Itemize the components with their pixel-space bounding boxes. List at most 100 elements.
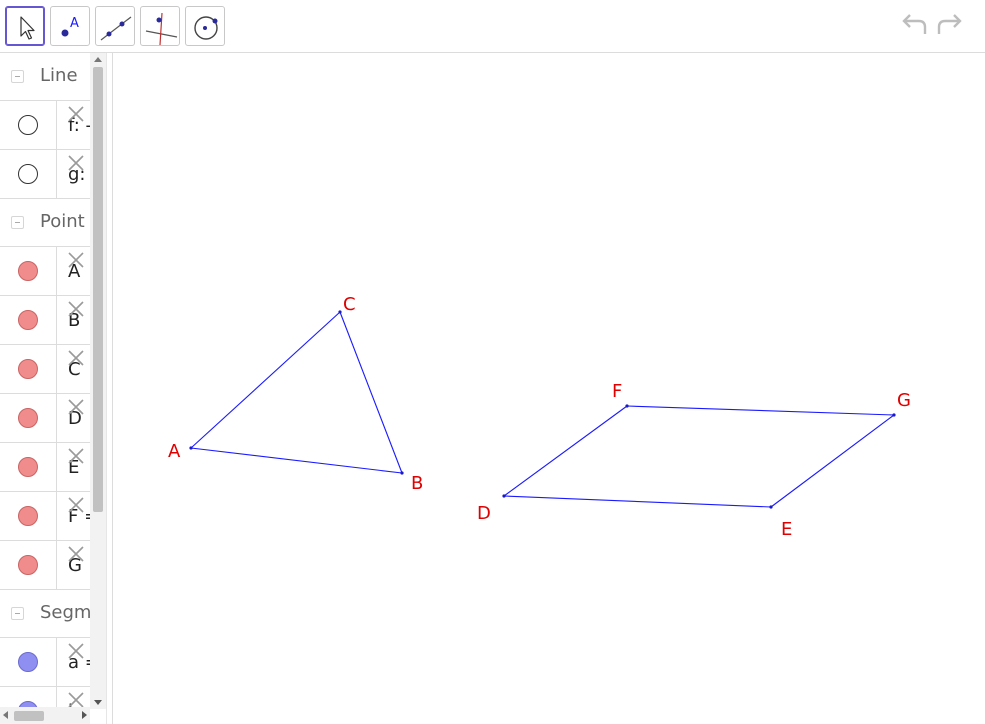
row-divider xyxy=(56,247,57,295)
visibility-toggle[interactable] xyxy=(18,359,38,379)
scroll-right-icon[interactable] xyxy=(82,711,87,719)
point-g[interactable] xyxy=(892,413,896,417)
algebra-row[interactable]: D xyxy=(0,394,90,443)
algebra-row[interactable]: g: xyxy=(0,150,90,199)
algebra-row[interactable]: G xyxy=(0,541,90,590)
redo-icon xyxy=(937,14,962,34)
algebra-row[interactable]: A xyxy=(0,247,90,296)
visibility-toggle[interactable] xyxy=(18,261,38,281)
algebra-row[interactable]: E xyxy=(0,443,90,492)
group-header-point[interactable]: Point xyxy=(0,199,90,247)
line-through-two-points-icon xyxy=(100,16,132,41)
scrollbar-thumb[interactable] xyxy=(14,711,44,721)
scroll-down-icon[interactable] xyxy=(94,700,102,705)
point-tool-button[interactable]: A xyxy=(50,6,90,46)
toolbar: A xyxy=(0,0,985,53)
visibility-toggle[interactable] xyxy=(18,310,38,330)
point-e[interactable] xyxy=(769,505,773,509)
algebra-view: Line f: - g: Point A B C D E F G Segme a xyxy=(0,53,106,724)
close-icon[interactable] xyxy=(67,398,85,416)
collapse-icon[interactable] xyxy=(11,607,24,620)
line-tool-button[interactable] xyxy=(95,6,135,46)
algebra-row[interactable]: C xyxy=(0,345,90,394)
visibility-toggle[interactable] xyxy=(18,506,38,526)
horizontal-scrollbar[interactable] xyxy=(0,707,90,724)
graphics-view[interactable]: A B C D E F G xyxy=(113,53,985,724)
close-icon[interactable] xyxy=(67,300,85,318)
segment-gf[interactable] xyxy=(626,405,895,416)
collapse-icon[interactable] xyxy=(11,70,24,83)
algebra-row[interactable]: F = xyxy=(0,492,90,541)
point-b[interactable] xyxy=(400,471,404,475)
segments xyxy=(190,311,895,508)
algebra-row[interactable]: a = xyxy=(0,638,90,687)
point-label-a[interactable]: A xyxy=(168,441,181,462)
scrollbar-thumb[interactable] xyxy=(93,67,103,512)
row-divider xyxy=(56,492,57,540)
point-icon: A xyxy=(61,16,79,37)
row-divider xyxy=(56,345,57,393)
collapse-icon[interactable] xyxy=(11,216,24,229)
close-icon[interactable] xyxy=(67,496,85,514)
segment-fd[interactable] xyxy=(503,405,628,497)
close-icon[interactable] xyxy=(67,154,85,172)
close-icon[interactable] xyxy=(67,447,85,465)
algebra-list: Line f: - g: Point A B C D E F G Segme a xyxy=(0,53,106,724)
perpendicular-line-icon xyxy=(145,12,178,46)
panel-divider[interactable] xyxy=(106,53,113,724)
close-icon[interactable] xyxy=(67,349,85,367)
row-divider xyxy=(56,394,57,442)
group-header-line[interactable]: Line xyxy=(0,53,90,101)
group-header-segment[interactable]: Segment xyxy=(0,590,106,638)
graphics-canvas[interactable]: A B C D E F G xyxy=(113,53,985,724)
segment-de[interactable] xyxy=(503,495,772,508)
redo-button[interactable] xyxy=(934,12,966,40)
close-icon[interactable] xyxy=(67,545,85,563)
group-label: Line xyxy=(40,65,78,86)
close-icon[interactable] xyxy=(67,251,85,269)
point-label-d[interactable]: D xyxy=(477,503,491,524)
row-divider xyxy=(56,296,57,344)
algebra-row[interactable]: f: - xyxy=(0,101,90,150)
segment-eg[interactable] xyxy=(770,414,895,508)
circle-with-center-icon xyxy=(194,16,218,40)
visibility-toggle[interactable] xyxy=(18,115,38,135)
segment-ca[interactable] xyxy=(190,311,341,449)
points xyxy=(189,310,896,509)
circle-tool-button[interactable] xyxy=(185,6,225,46)
visibility-toggle[interactable] xyxy=(18,555,38,575)
row-divider xyxy=(56,541,57,589)
point-label-c[interactable]: C xyxy=(343,294,356,315)
row-divider xyxy=(56,150,57,198)
move-tool-button[interactable] xyxy=(5,6,45,46)
point-d[interactable] xyxy=(502,494,506,498)
point-label-f[interactable]: F xyxy=(612,381,622,402)
visibility-toggle[interactable] xyxy=(18,652,38,672)
undo-button[interactable] xyxy=(898,12,930,40)
perpendicular-line-tool-button[interactable] xyxy=(140,6,180,46)
visibility-toggle[interactable] xyxy=(18,164,38,184)
point-label-e[interactable]: E xyxy=(781,519,792,540)
visibility-toggle[interactable] xyxy=(18,457,38,477)
point-tool-glyph: A xyxy=(70,16,79,31)
close-icon[interactable] xyxy=(67,105,85,123)
scroll-up-icon[interactable] xyxy=(94,57,102,62)
row-divider xyxy=(56,638,57,686)
undo-icon xyxy=(902,14,927,34)
visibility-toggle[interactable] xyxy=(18,408,38,428)
point-f[interactable] xyxy=(625,404,629,408)
vertical-scrollbar[interactable] xyxy=(90,53,106,709)
arrow-cursor-icon xyxy=(20,16,35,40)
close-icon[interactable] xyxy=(67,642,85,660)
point-c[interactable] xyxy=(338,310,342,314)
geogebra-app: A Line f: - g: Point A B C D E F G Segme… xyxy=(0,0,985,724)
segment-ab[interactable] xyxy=(190,447,403,474)
point-a[interactable] xyxy=(189,446,193,450)
algebra-row[interactable]: B xyxy=(0,296,90,345)
group-label: Point xyxy=(40,211,85,232)
scroll-left-icon[interactable] xyxy=(3,711,8,719)
point-label-g[interactable]: G xyxy=(897,390,911,411)
segment-bc[interactable] xyxy=(339,311,403,474)
point-label-b[interactable]: B xyxy=(411,473,423,494)
row-divider xyxy=(56,101,57,149)
